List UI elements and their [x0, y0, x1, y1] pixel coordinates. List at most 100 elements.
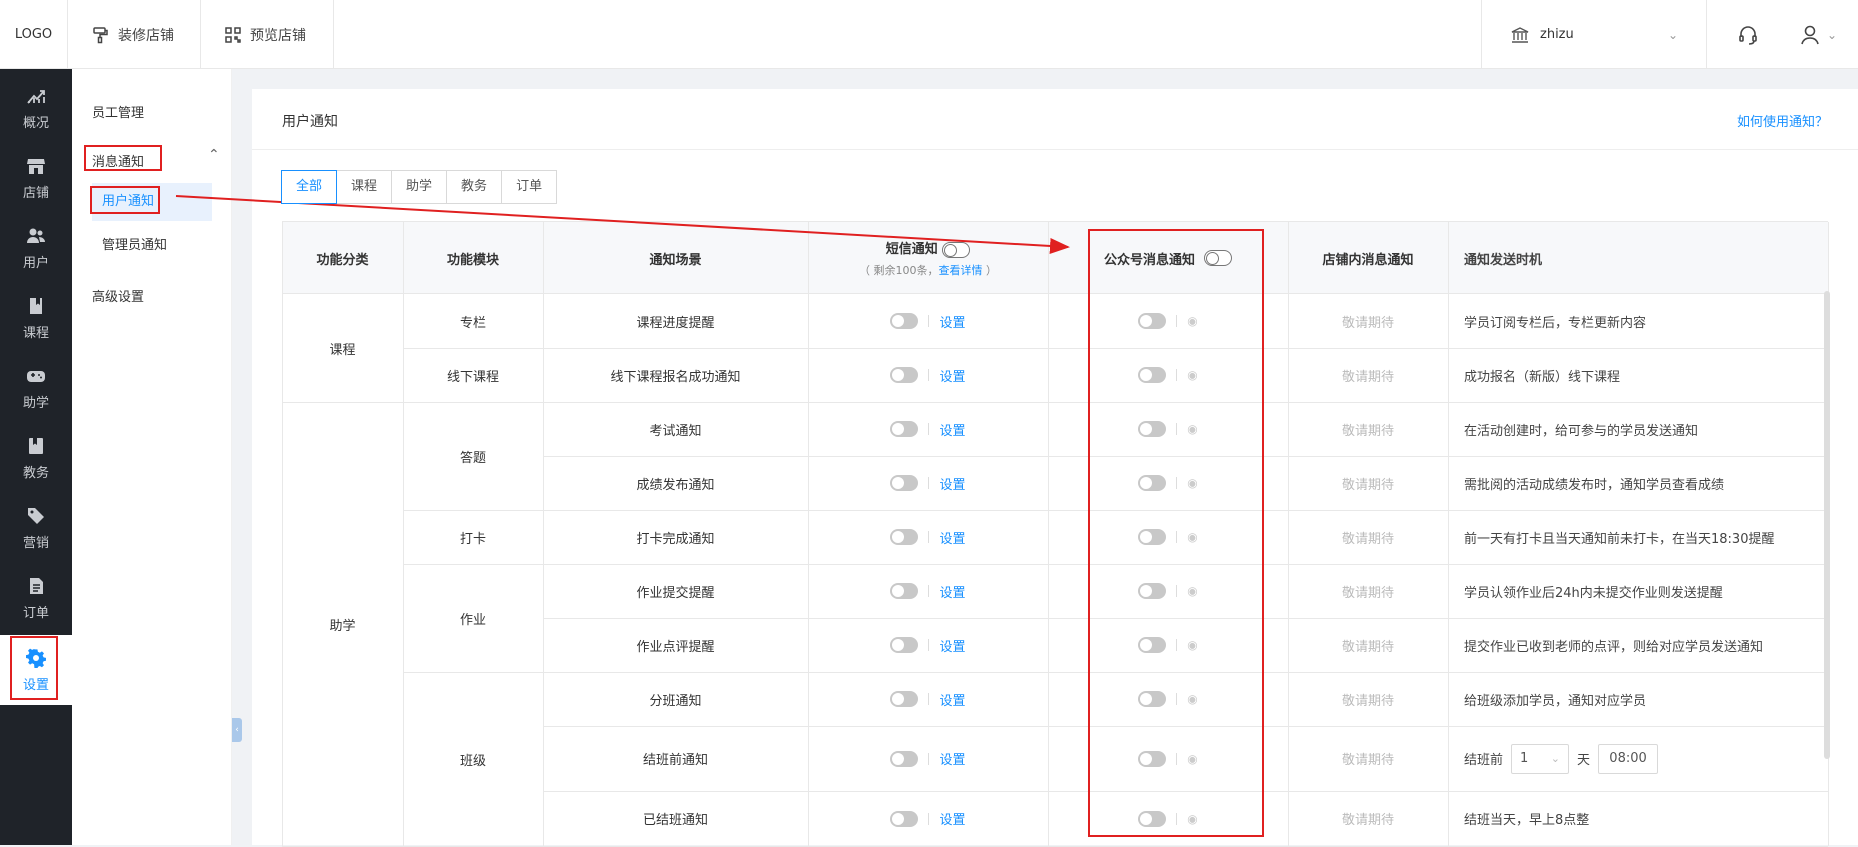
in-shop-cell: 敬请期待	[1341, 531, 1394, 547]
sms-settings-link[interactable]: 设置	[939, 690, 965, 709]
sms-toggle[interactable]	[890, 750, 919, 767]
sms-toggle[interactable]	[890, 367, 919, 383]
wechat-toggle[interactable]	[1138, 529, 1167, 545]
submenu-admin-notification[interactable]: 管理员通知	[92, 227, 212, 265]
eye-icon[interactable]: ◉	[1187, 530, 1197, 544]
sms-settings-link[interactable]: 设置	[939, 474, 965, 493]
eye-icon[interactable]: ◉	[1187, 812, 1197, 826]
collapse-sidebar-handle[interactable]: ‹	[232, 718, 242, 742]
table-scrollbar[interactable]	[1824, 291, 1830, 759]
nav-item-overview[interactable]: 概况	[0, 73, 72, 143]
timing-cell: 提交作业已收到老师的点评，则给对应学员发送通知	[1464, 639, 1764, 655]
nav-item-settings[interactable]: 设置	[0, 635, 72, 705]
divider	[928, 423, 930, 435]
wechat-toggle[interactable]	[1138, 810, 1167, 827]
submenu-user-notification[interactable]: 用户通知	[92, 183, 212, 221]
column-divider	[543, 222, 544, 846]
sms-settings-link[interactable]: 设置	[939, 366, 965, 385]
nav-item-users[interactable]: 用户	[0, 213, 72, 283]
wechat-toggle[interactable]	[1138, 750, 1167, 767]
wechat-toggle[interactable]	[1138, 475, 1167, 491]
sms-toggle[interactable]	[890, 637, 919, 653]
divider	[928, 812, 930, 825]
notification-table: 功能分类 功能模块 通知场景 短信通知 （ 剩余100条，查看详情 ） 公众号消…	[282, 221, 1829, 847]
sms-toggle[interactable]	[890, 475, 919, 491]
nav-item-study-aid[interactable]: 助学	[0, 353, 72, 423]
wechat-cell: ◉	[1048, 791, 1288, 846]
nav-item-academic[interactable]: 教务	[0, 423, 72, 493]
customer-service-button[interactable]	[1718, 0, 1778, 69]
in-shop-cell: 敬请期待	[1341, 813, 1394, 828]
preview-shop-label: 预览店铺	[250, 27, 306, 44]
tab-courses[interactable]: 课程	[336, 170, 393, 204]
wechat-toggle[interactable]	[1138, 637, 1167, 653]
nav-item-marketing[interactable]: 营销	[0, 493, 72, 563]
chevron-down-icon: ⌄	[1826, 27, 1838, 42]
header-timing: 通知发送时机	[1464, 252, 1543, 268]
sms-cell: 设置	[808, 672, 1048, 726]
eye-icon[interactable]: ◉	[1187, 692, 1197, 706]
wechat-toggle[interactable]	[1138, 313, 1167, 329]
sms-settings-link[interactable]: 设置	[939, 809, 965, 828]
in-shop-cell: 敬请期待	[1341, 315, 1394, 331]
header-wechat: 公众号消息通知	[1048, 222, 1288, 294]
wechat-master-toggle[interactable]	[1204, 250, 1233, 266]
days-select[interactable]: 1 ⌄	[1511, 743, 1570, 774]
submenu-message-notification[interactable]: 消息通知	[92, 151, 144, 170]
document-icon	[30, 577, 43, 594]
sms-master-toggle[interactable]	[942, 241, 971, 258]
eye-icon[interactable]: ◉	[1187, 422, 1197, 436]
wechat-toggle[interactable]	[1138, 421, 1167, 437]
user-menu-button[interactable]: ⌄	[1778, 0, 1858, 69]
sms-settings-link[interactable]: 设置	[939, 636, 965, 655]
sms-settings-link[interactable]: 设置	[939, 528, 965, 547]
eye-icon[interactable]: ◉	[1187, 368, 1197, 382]
column-divider	[1048, 222, 1049, 846]
sms-toggle[interactable]	[890, 810, 919, 827]
eye-icon[interactable]: ◉	[1187, 638, 1197, 652]
sms-cell: 设置	[808, 348, 1048, 402]
sms-toggle[interactable]	[890, 421, 919, 437]
in-shop-cell: 敬请期待	[1341, 753, 1394, 768]
preview-shop-button[interactable]: 预览店铺	[200, 0, 334, 69]
time-input[interactable]: 08:00	[1598, 743, 1659, 774]
decorate-shop-button[interactable]: 装修店铺	[67, 0, 201, 69]
tab-study-aid[interactable]: 助学	[391, 170, 448, 204]
nav-item-store[interactable]: 店铺	[0, 143, 72, 213]
chevron-up-icon[interactable]: ⌃	[208, 147, 220, 163]
nav-label: 店铺	[22, 185, 49, 201]
in-shop-cell: 敬请期待	[1341, 369, 1394, 385]
sms-settings-link[interactable]: 设置	[939, 749, 965, 768]
nav-item-orders[interactable]: 订单	[0, 563, 72, 633]
wechat-toggle[interactable]	[1138, 691, 1167, 707]
sms-settings-link[interactable]: 设置	[939, 420, 965, 439]
sms-toggle[interactable]	[890, 691, 919, 707]
how-to-use-link[interactable]: 如何使用通知？	[1737, 111, 1828, 130]
nav-item-courses[interactable]: 课程	[0, 283, 72, 353]
sms-header-label: 短信通知	[885, 242, 938, 258]
shop-selector[interactable]: zhizu ⌄	[1481, 0, 1707, 69]
eye-icon[interactable]: ◉	[1187, 752, 1197, 766]
user-notification-card: 用户通知 如何使用通知？ 全部 课程 助学 教务 订单 功能分类 功能模块 通知…	[252, 89, 1858, 847]
sms-settings-link[interactable]: 设置	[939, 582, 965, 601]
eye-icon[interactable]: ◉	[1187, 314, 1197, 328]
in-shop-cell: 敬请期待	[1341, 585, 1394, 601]
divider	[928, 752, 930, 765]
divider	[1176, 477, 1178, 489]
sms-toggle[interactable]	[890, 313, 919, 329]
tab-orders[interactable]: 订单	[501, 170, 558, 204]
wechat-toggle[interactable]	[1138, 583, 1167, 599]
tab-academic[interactable]: 教务	[446, 170, 503, 204]
timing-cell: 学员认领作业后24h内未提交作业则发送提醒	[1464, 585, 1723, 601]
submenu-advanced-settings[interactable]: 高级设置	[92, 286, 144, 305]
view-details-link[interactable]: 查看详情	[939, 264, 983, 277]
eye-icon[interactable]: ◉	[1187, 476, 1197, 490]
sms-settings-link[interactable]: 设置	[939, 312, 965, 331]
sms-toggle[interactable]	[890, 583, 919, 599]
submenu-staff-management[interactable]: 员工管理	[92, 102, 144, 121]
sms-toggle[interactable]	[890, 529, 919, 545]
scene-cell: 已结班通知	[642, 813, 708, 828]
wechat-toggle[interactable]	[1138, 367, 1167, 383]
tab-all[interactable]: 全部	[281, 170, 338, 204]
eye-icon[interactable]: ◉	[1187, 584, 1197, 598]
